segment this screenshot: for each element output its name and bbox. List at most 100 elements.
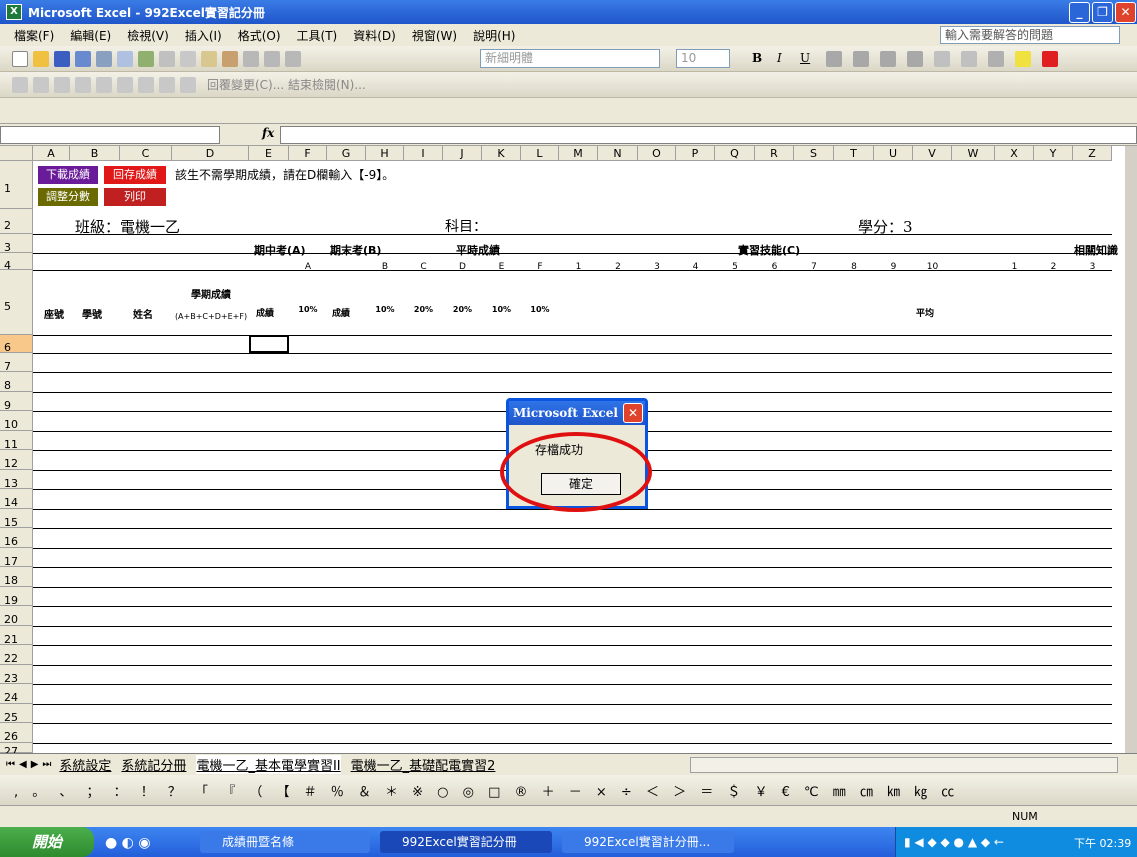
cell[interactable]	[794, 234, 834, 235]
cell[interactable]	[404, 528, 443, 529]
cell[interactable]	[995, 528, 1034, 529]
cell[interactable]	[1073, 723, 1112, 724]
cell[interactable]	[598, 704, 638, 705]
cell[interactable]	[755, 548, 794, 549]
row-header-1[interactable]: 1	[0, 161, 33, 209]
row-header-10[interactable]: 10	[0, 411, 33, 431]
redo-icon[interactable]	[285, 50, 301, 67]
cell[interactable]	[404, 335, 443, 336]
dialog-close-button[interactable]: ✕	[623, 403, 643, 423]
review-icon-7[interactable]	[138, 76, 154, 93]
cell[interactable]	[834, 548, 874, 549]
cell[interactable]	[676, 450, 715, 451]
cell[interactable]	[249, 392, 289, 393]
cell[interactable]	[249, 509, 289, 510]
cell[interactable]	[404, 411, 443, 412]
cell[interactable]	[521, 743, 559, 744]
cell[interactable]	[834, 704, 874, 705]
cell[interactable]	[172, 528, 249, 529]
menu-tools[interactable]: 工具(T)	[297, 27, 338, 44]
cell[interactable]	[874, 353, 913, 354]
cell[interactable]	[327, 470, 366, 471]
cell[interactable]	[913, 353, 952, 354]
cell[interactable]	[1034, 684, 1073, 685]
cell[interactable]	[327, 645, 366, 646]
cell[interactable]	[443, 684, 482, 685]
cell[interactable]	[1034, 431, 1073, 432]
cell[interactable]	[715, 509, 755, 510]
cell[interactable]	[33, 704, 70, 705]
cell[interactable]	[289, 450, 327, 451]
cell[interactable]	[443, 489, 482, 490]
cell[interactable]	[289, 743, 327, 744]
name-box[interactable]	[0, 126, 220, 144]
cell[interactable]	[995, 509, 1034, 510]
formula-input[interactable]	[280, 126, 1137, 144]
cell[interactable]	[70, 392, 120, 393]
column-header-F[interactable]: F	[289, 146, 327, 161]
cell[interactable]	[794, 489, 834, 490]
cell[interactable]	[327, 509, 366, 510]
cell[interactable]	[1034, 743, 1073, 744]
cell[interactable]	[521, 253, 559, 254]
cell[interactable]	[559, 606, 598, 607]
cell[interactable]	[676, 567, 715, 568]
cell[interactable]	[366, 450, 404, 451]
cell[interactable]	[443, 372, 482, 373]
underline-button[interactable]: U	[800, 51, 810, 65]
row-header-9[interactable]: 9	[0, 392, 33, 412]
cell[interactable]	[913, 392, 952, 393]
cell[interactable]	[995, 353, 1034, 354]
cell[interactable]	[794, 645, 834, 646]
row-header-24[interactable]: 24	[0, 684, 33, 704]
cell[interactable]	[952, 606, 995, 607]
cell[interactable]	[755, 587, 794, 588]
cell[interactable]	[1073, 626, 1112, 627]
cell[interactable]	[366, 587, 404, 588]
cell[interactable]	[952, 372, 995, 373]
cell[interactable]	[676, 645, 715, 646]
cell[interactable]	[995, 234, 1034, 235]
cell[interactable]	[995, 548, 1034, 549]
cell[interactable]	[33, 723, 70, 724]
cell[interactable]	[638, 528, 676, 529]
cell[interactable]	[952, 253, 995, 254]
cell[interactable]	[70, 665, 120, 666]
cell[interactable]	[874, 392, 913, 393]
font-select[interactable]: 新細明體	[480, 49, 660, 68]
cell[interactable]	[715, 353, 755, 354]
cell[interactable]	[1073, 411, 1112, 412]
cell[interactable]	[33, 234, 70, 235]
cell[interactable]	[1034, 392, 1073, 393]
column-header-Y[interactable]: Y	[1034, 146, 1073, 161]
research-icon[interactable]	[159, 50, 175, 67]
cell[interactable]	[995, 626, 1034, 627]
cell[interactable]	[482, 353, 521, 354]
review-icon-9[interactable]	[180, 76, 196, 93]
cell[interactable]	[794, 665, 834, 666]
cell[interactable]	[327, 411, 366, 412]
column-header-Z[interactable]: Z	[1073, 146, 1112, 161]
cell[interactable]	[676, 392, 715, 393]
cell[interactable]	[521, 567, 559, 568]
cell[interactable]	[676, 253, 715, 254]
cell[interactable]	[598, 372, 638, 373]
cell[interactable]	[874, 411, 913, 412]
cell[interactable]	[952, 704, 995, 705]
cell[interactable]	[249, 567, 289, 568]
column-header-B[interactable]: B	[70, 146, 120, 161]
cell[interactable]	[794, 704, 834, 705]
cell[interactable]	[404, 372, 443, 373]
cell[interactable]	[995, 723, 1034, 724]
cell[interactable]	[482, 665, 521, 666]
cell[interactable]	[33, 606, 70, 607]
cell[interactable]	[1073, 372, 1112, 373]
cell[interactable]	[327, 270, 366, 271]
cell[interactable]	[482, 606, 521, 607]
cell[interactable]	[249, 626, 289, 627]
cell[interactable]	[1034, 470, 1073, 471]
cell[interactable]	[755, 450, 794, 451]
cell[interactable]	[443, 353, 482, 354]
cell[interactable]	[794, 392, 834, 393]
cell[interactable]	[482, 587, 521, 588]
